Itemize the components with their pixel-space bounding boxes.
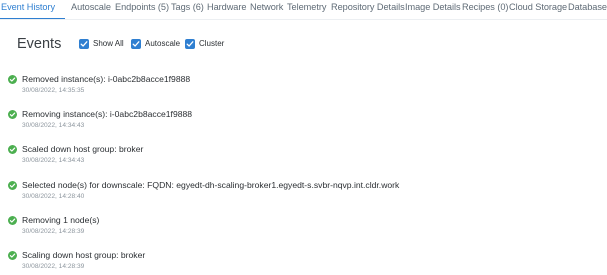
event-timestamp: 30/08/2022, 14:35:35	[22, 87, 85, 94]
event-message: Removing 1 node(s)	[22, 215, 100, 225]
event-message: Scaling down host group: broker	[22, 250, 146, 260]
show-all-checkbox[interactable]	[79, 39, 89, 49]
checkmark-icon	[132, 41, 140, 47]
event-message: Selected node(s) for downscale: FQDN: eg…	[22, 180, 400, 190]
events-title: Events	[17, 36, 62, 52]
tab-repository-details[interactable]: Repository Details	[331, 2, 405, 12]
tab-tags[interactable]: Tags (6)	[171, 2, 204, 12]
cluster-checkbox[interactable]	[185, 39, 195, 49]
event-item: Removed instance(s): i-0abc2b8acce1f9888…	[8, 73, 598, 97]
tab-bar: Event History Autoscale Endpoints (5) Ta…	[0, 0, 607, 20]
autoscale-label: Autoscale	[145, 39, 181, 48]
tab-cloud-storage[interactable]: Cloud Storage	[509, 2, 567, 12]
event-item: Scaled down host group: broker 30/08/202…	[8, 143, 598, 167]
show-all-label: Show All	[93, 39, 124, 48]
check-circle-icon	[8, 145, 17, 154]
tab-autoscale[interactable]: Autoscale	[71, 2, 111, 12]
tab-database[interactable]: Database	[568, 2, 607, 12]
event-timestamp: 30/08/2022, 14:34:43	[22, 122, 85, 129]
checkmark-icon	[186, 41, 194, 47]
tab-image-details[interactable]: Image Details	[405, 2, 461, 12]
event-item: Scaling down host group: broker 30/08/20…	[8, 249, 598, 273]
autoscale-checkbox[interactable]	[131, 39, 141, 49]
event-timestamp: 30/08/2022, 14:34:43	[22, 157, 85, 164]
tab-recipes[interactable]: Recipes (0)	[462, 2, 508, 12]
tab-endpoints[interactable]: Endpoints (5)	[115, 2, 169, 12]
check-circle-icon	[8, 75, 17, 84]
check-circle-icon	[8, 251, 17, 260]
event-timestamp: 30/08/2022, 14:28:40	[22, 193, 85, 200]
tab-network[interactable]: Network	[250, 2, 283, 12]
event-message: Removed instance(s): i-0abc2b8acce1f9888	[22, 74, 191, 84]
event-message: Removing instance(s): i-0abc2b8acce1f988…	[22, 109, 193, 119]
event-timestamp: 30/08/2022, 14:28:39	[22, 228, 85, 235]
tab-event-history[interactable]: Event History	[1, 2, 55, 12]
tab-hardware[interactable]: Hardware	[207, 2, 246, 12]
event-item: Removing 1 node(s) 30/08/2022, 14:28:39	[8, 214, 598, 238]
check-circle-icon	[8, 216, 17, 225]
event-timestamp: 30/08/2022, 14:28:39	[22, 263, 85, 270]
event-item: Selected node(s) for downscale: FQDN: eg…	[8, 179, 598, 203]
check-circle-icon	[8, 181, 17, 190]
checkmark-icon	[80, 41, 88, 47]
event-message: Scaled down host group: broker	[22, 144, 144, 154]
event-item: Removing instance(s): i-0abc2b8acce1f988…	[8, 108, 598, 132]
cluster-label: Cluster	[199, 39, 225, 48]
check-circle-icon	[8, 110, 17, 119]
tab-telemetry[interactable]: Telemetry	[287, 2, 326, 12]
active-tab-indicator	[0, 18, 65, 19]
